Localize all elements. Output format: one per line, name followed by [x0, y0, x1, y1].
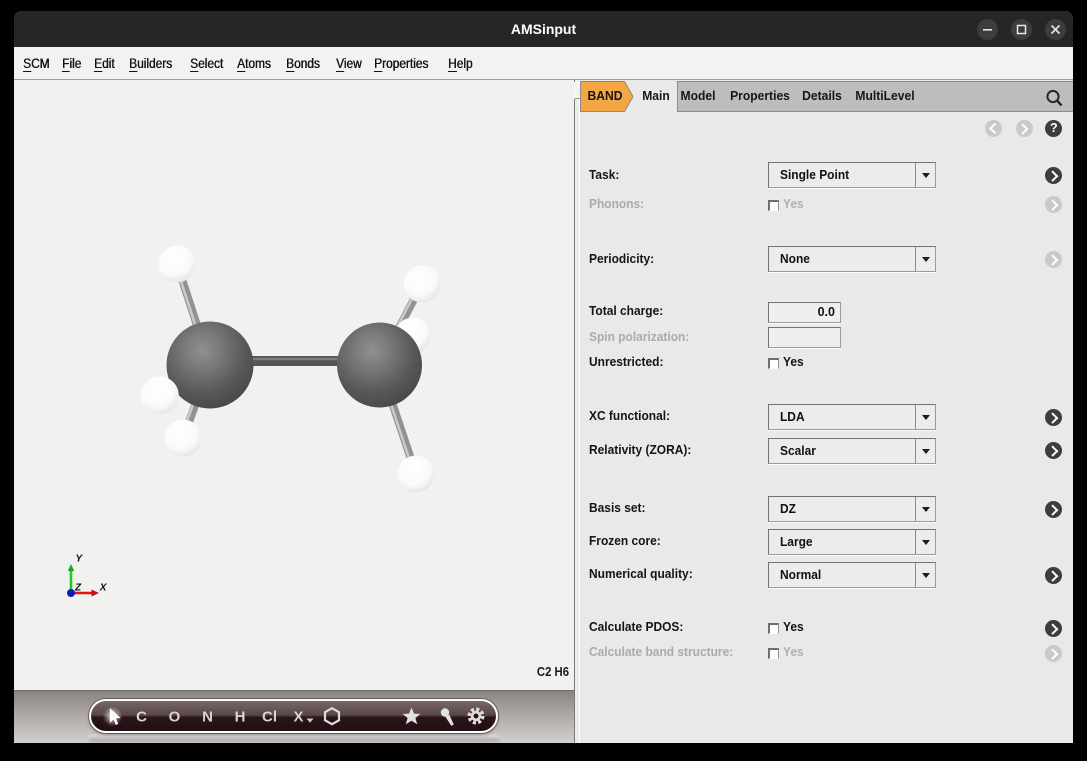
svg-text:O: O [168, 709, 180, 726]
svg-text:Z: Z [74, 583, 82, 594]
svg-text:C: C [136, 709, 147, 726]
svg-text:Y: Y [76, 554, 84, 565]
svg-text:Cl: Cl [262, 709, 277, 726]
svg-text:N: N [202, 709, 213, 726]
svg-text:X: X [99, 583, 108, 594]
svg-text:H: H [234, 709, 245, 726]
svg-text:X: X [293, 709, 303, 726]
